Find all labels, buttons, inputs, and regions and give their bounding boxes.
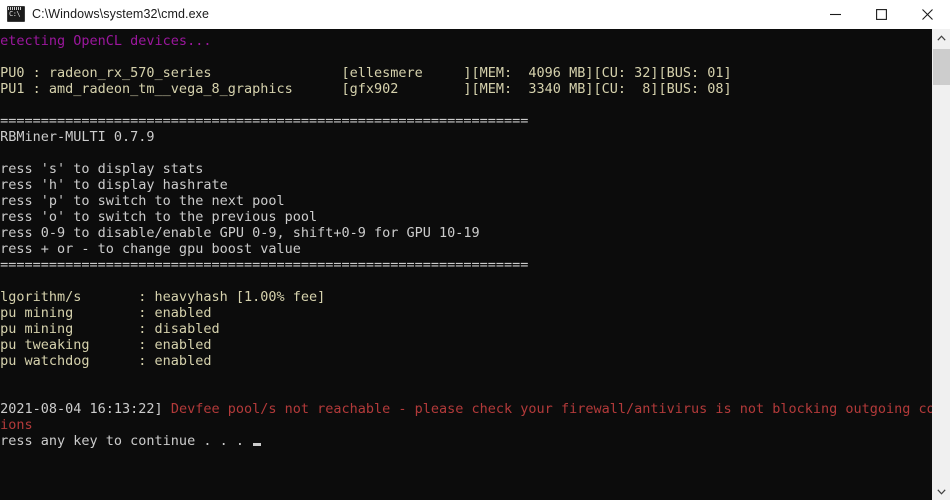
close-icon — [921, 8, 933, 20]
console-line: ========================================… — [0, 257, 529, 273]
console-lines: Detecting OpenCL devices... GPU0 : radeo… — [0, 33, 932, 449]
maximize-icon — [875, 8, 887, 20]
console-line: ========================================… — [0, 113, 529, 129]
scroll-down-button[interactable] — [933, 483, 950, 500]
console-line: Gpu tweaking : enabled — [0, 337, 212, 353]
console-line: Press + or - to change gpu boost value — [0, 241, 301, 257]
chevron-down-icon — [937, 488, 946, 495]
console-line: Press 'p' to switch to the next pool — [0, 193, 285, 209]
console-line: Detecting OpenCL devices... — [0, 33, 212, 49]
scrollbar-thumb[interactable] — [933, 49, 950, 85]
window-controls — [812, 0, 950, 28]
console-line: Gpu watchdog : enabled — [0, 353, 212, 369]
console-line: Press 's' to display stats — [0, 161, 204, 177]
scroll-up-button[interactable] — [933, 29, 950, 46]
console-line: Press 'o' to switch to the previous pool — [0, 209, 318, 225]
press-any-key-prompt: Press any key to continue . . . — [0, 433, 253, 449]
window-title: C:\Windows\system32\cmd.exe — [32, 7, 210, 21]
console-line: GPU1 : amd_radeon_tm__vega_8_graphics [g… — [0, 81, 732, 97]
scrollbar-track[interactable] — [933, 46, 950, 483]
console-output-area[interactable]: Detecting OpenCL devices... GPU0 : radeo… — [0, 29, 932, 500]
vertical-scrollbar[interactable] — [932, 29, 950, 500]
titlebar-left: C:\ C:\Windows\system32\cmd.exe — [0, 6, 812, 22]
close-button[interactable] — [904, 0, 950, 28]
console-line: Press 0-9 to disable/enable GPU 0-9, shi… — [0, 225, 480, 241]
console-log-line: [2021-08-04 16:13:22] Devfee pool/s not … — [0, 401, 932, 417]
cmd-icon-glyph: C:\ — [9, 10, 21, 18]
maximize-button[interactable] — [858, 0, 904, 28]
cmd-window: C:\ C:\Windows\system32\cmd.exe Detectin… — [0, 0, 950, 500]
console-line: Press 'h' to display hashrate — [0, 177, 228, 193]
console-line: GPU0 : radeon_rx_570_series [ellesmere ]… — [0, 65, 732, 81]
log-error-message: Devfee pool/s not reachable - please che… — [170, 401, 932, 417]
cmd-console-icon: C:\ — [7, 6, 25, 22]
window-titlebar[interactable]: C:\ C:\Windows\system32\cmd.exe — [0, 0, 950, 29]
text-cursor — [253, 443, 262, 446]
console-line: Cpu mining : disabled — [0, 321, 220, 337]
log-timestamp: [2021-08-04 16:13:22] — [0, 401, 171, 417]
window-body: Detecting OpenCL devices... GPU0 : radeo… — [0, 29, 950, 500]
console-line: Gpu mining : enabled — [0, 305, 212, 321]
console-line: Algorithm/s : heavyhash [1.00% fee] — [0, 289, 326, 305]
console-line: SRBMiner-MULTI 0.7.9 — [0, 129, 155, 145]
minimize-icon — [829, 13, 841, 15]
console-prompt-line: Press any key to continue . . . — [0, 433, 932, 449]
log-error-message-wrap: tions — [0, 417, 33, 433]
minimize-button[interactable] — [812, 0, 858, 28]
chevron-up-icon — [937, 34, 946, 41]
